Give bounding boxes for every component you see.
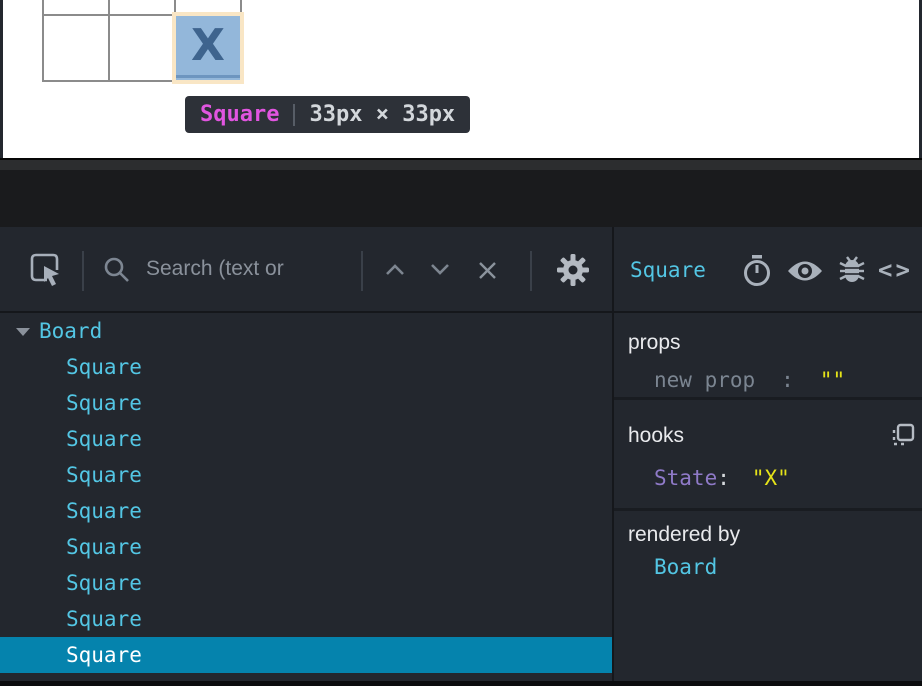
tree-node-square[interactable]: Square <box>0 529 612 565</box>
tree-node-label: Square <box>66 607 142 631</box>
tree-node-label: Square <box>66 463 142 487</box>
board-cell[interactable] <box>176 0 242 16</box>
new-prop-value-input[interactable]: "" <box>820 368 845 392</box>
tree-node-square[interactable]: Square <box>0 349 612 385</box>
square-x-value: X <box>191 24 225 68</box>
tooltip-size-text: 33px × 33px <box>309 102 455 127</box>
react-devtools-panel: Search (text or <box>0 227 922 681</box>
board-cell[interactable] <box>44 16 110 82</box>
board-cell[interactable] <box>110 16 176 82</box>
devtools-resize-handle[interactable] <box>0 158 922 170</box>
settings-gear-icon[interactable] <box>555 252 591 288</box>
tree-node-label: Square <box>66 391 142 415</box>
tree-node-square[interactable]: Square <box>0 601 612 637</box>
devtools-tabbar: Console 0 Problems 0 React DevTools 0 <box>0 170 922 227</box>
expand-chevron-icon[interactable] <box>16 328 30 336</box>
tree-node-label: Square <box>66 535 142 559</box>
search-prev-chevron-up-icon[interactable] <box>385 263 405 276</box>
board-cell[interactable] <box>44 0 110 16</box>
inspect-element-icon[interactable] <box>28 251 64 289</box>
tooltip-component-name: Square <box>200 102 279 127</box>
tree-node-board[interactable]: Board <box>0 313 612 349</box>
board-cell[interactable] <box>110 0 176 16</box>
clear-search-close-icon[interactable] <box>477 260 498 281</box>
new-prop-row[interactable]: new prop: "" <box>614 368 922 392</box>
inspector-detail-pane: props new prop: "" hooks State: "X" render… <box>614 313 922 681</box>
tree-node-square[interactable]: Square <box>0 565 612 601</box>
component-tree: Board Square Square Square Square Square… <box>0 313 612 681</box>
tree-toolbar: Search (text or <box>0 227 612 313</box>
toolbar-divider <box>361 251 363 291</box>
rendered-by-section: rendered by Board <box>614 511 922 579</box>
props-section-title: props <box>614 331 922 355</box>
debug-bug-icon[interactable] <box>838 253 866 287</box>
tree-node-square[interactable]: Square <box>0 493 612 529</box>
rendered-by-title: rendered by <box>614 523 922 547</box>
new-prop-key-input[interactable]: new prop <box>654 368 755 392</box>
hooks-section: hooks State: "X" <box>614 400 922 511</box>
search-icon <box>102 255 132 285</box>
tree-node-square[interactable]: Square <box>0 457 612 493</box>
colon: : <box>717 466 730 490</box>
tree-node-square[interactable]: Square <box>0 421 612 457</box>
tooltip-divider <box>293 104 295 126</box>
tree-node-label: Board <box>39 319 102 343</box>
colon: : <box>781 368 794 392</box>
page-viewport: X Square 33px × 33px <box>3 0 919 158</box>
tree-node-square[interactable]: Square <box>0 385 612 421</box>
view-source-code-icon[interactable]: <> <box>878 256 913 284</box>
tree-node-label: Square <box>66 427 142 451</box>
toolbar-divider <box>82 251 84 291</box>
suspense-eye-icon[interactable] <box>786 259 824 283</box>
tree-node-label: Square <box>66 643 142 667</box>
profiler-stopwatch-icon[interactable] <box>741 254 773 288</box>
tree-node-label: Square <box>66 571 142 595</box>
inspected-square-highlight[interactable]: X <box>176 16 240 80</box>
search-input[interactable]: Search (text or <box>146 257 284 281</box>
tree-node-label: Square <box>66 355 142 379</box>
inspect-tooltip: Square 33px × 33px <box>185 96 470 133</box>
tree-node-label: Square <box>66 499 142 523</box>
hooks-section-title: hooks <box>614 424 922 448</box>
state-hook-row[interactable]: State: "X" <box>614 466 922 490</box>
props-section: props new prop: "" <box>614 313 922 400</box>
toolbar-divider <box>530 251 532 291</box>
tree-node-square-selected[interactable]: Square <box>0 637 612 673</box>
state-hook-value[interactable]: "X" <box>752 466 790 490</box>
selected-component-name: Square <box>630 258 706 282</box>
rendered-by-board-link[interactable]: Board <box>654 555 717 579</box>
state-hook-label: State <box>654 466 717 490</box>
search-next-chevron-down-icon[interactable] <box>430 263 450 276</box>
window-bottom-edge <box>0 681 922 686</box>
screenshot-root: X Square 33px × 33px Console 0 Problems … <box>0 0 922 686</box>
parse-hook-names-icon[interactable] <box>890 422 916 448</box>
rendered-by-row: Board <box>614 555 922 579</box>
